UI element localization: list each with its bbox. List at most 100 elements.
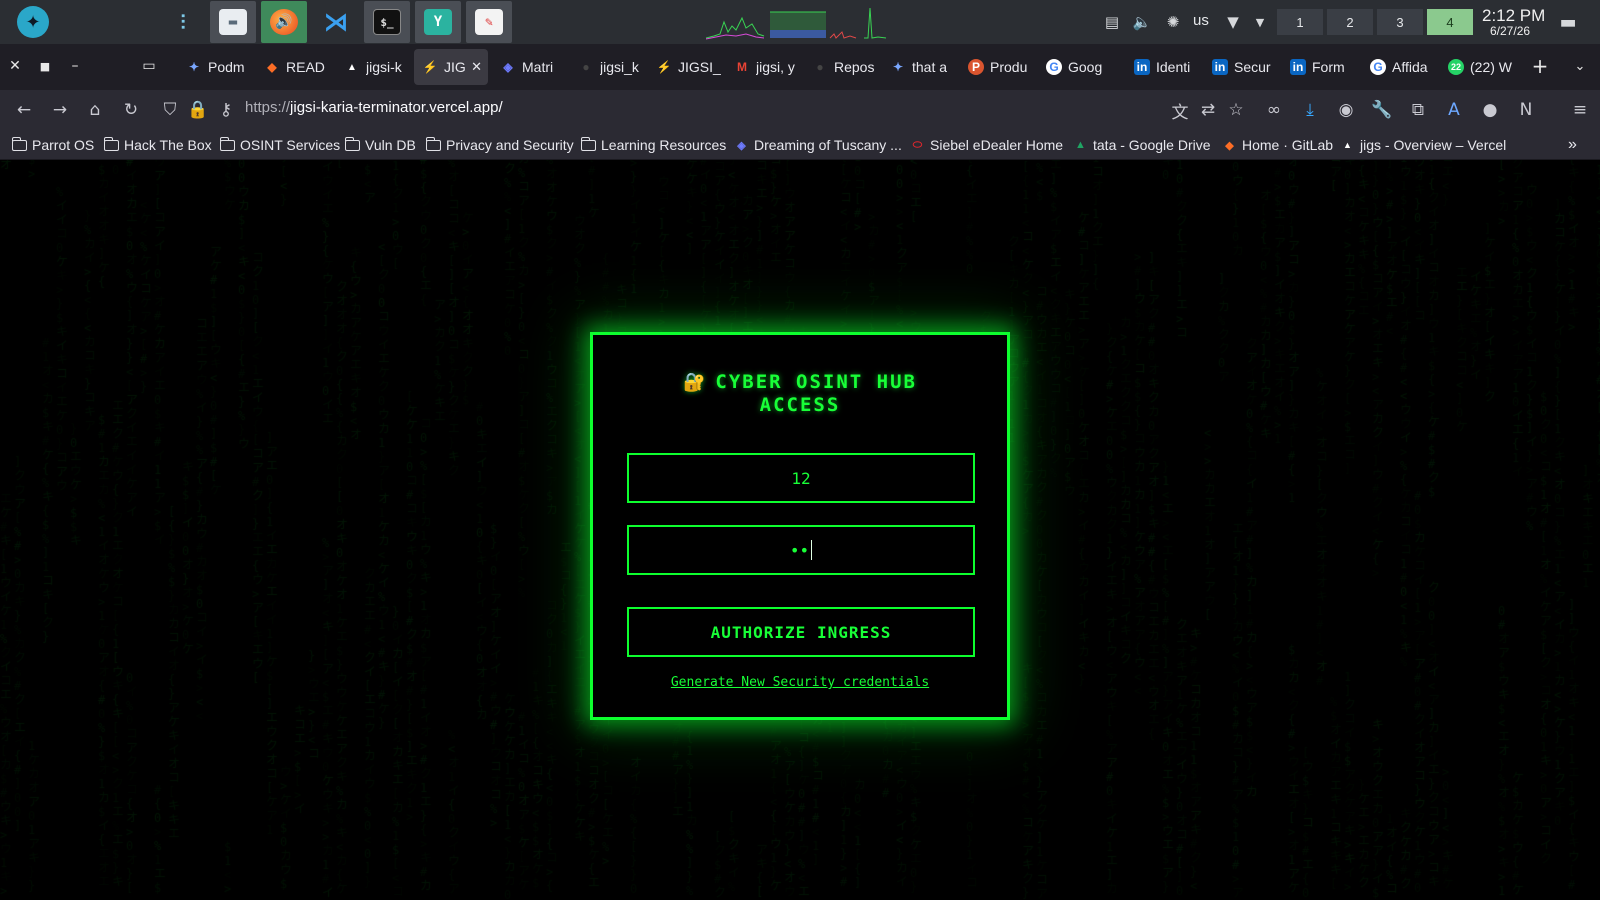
workspace-3-button[interactable]: 3	[1377, 9, 1423, 35]
list-all-tabs-icon[interactable]: ⌄	[1571, 57, 1589, 75]
tab-repos[interactable]: ● Repos	[804, 49, 878, 85]
window-maximize-icon[interactable]: ■	[36, 57, 54, 75]
tab-matri[interactable]: ◈ Matri	[492, 49, 566, 85]
bookmark-vercel-overview[interactable]: ▲ jigs - Overview – Vercel	[1340, 135, 1506, 155]
wifi-icon[interactable]: ▼	[1223, 12, 1243, 32]
keyboard-layout-indicator[interactable]: us	[1193, 12, 1209, 29]
vscode-icon: ⋊	[324, 8, 348, 36]
authorize-ingress-button[interactable]: AUTHORIZE INGRESS	[627, 607, 975, 657]
parrot-os-menu-icon[interactable]: ✦	[17, 6, 49, 38]
page-translate-icon[interactable]: ⇄	[1198, 100, 1218, 120]
archive-manager-launcher[interactable]: Y	[415, 1, 461, 43]
os-top-panel: ✦ ⫶ ▬ 🔊 ⋊ $_ Y ✎ ▤ 🔈 ✺ us ▼ ▼ 1 2 3 4 2:…	[0, 0, 1600, 44]
volume-icon[interactable]: 🔈	[1132, 12, 1152, 32]
generate-credentials-link[interactable]: Generate New Security credentials	[593, 675, 1007, 690]
tab-whatsapp[interactable]: 22 (22) W	[1440, 49, 1512, 85]
app-menu-icon[interactable]: ≡	[1570, 100, 1590, 120]
tab-jigsi-k[interactable]: ▲ jigsi-k	[336, 49, 410, 85]
window-minimize-icon[interactable]: –	[66, 57, 84, 75]
tab-produ[interactable]: P Produ	[960, 49, 1034, 85]
folder-icon	[103, 136, 119, 151]
bookmark-learning-resources[interactable]: Learning Resources	[580, 135, 726, 155]
vercel-icon: ▲	[347, 61, 357, 73]
window-close-icon[interactable]: ✕	[6, 57, 24, 75]
tab-podm[interactable]: ✦ Podm	[178, 49, 252, 85]
archive-icon: Y	[424, 9, 452, 35]
tab-affida[interactable]: G Affida	[1362, 49, 1432, 85]
bookmark-gitlab-home[interactable]: ◆ Home · GitLab	[1222, 135, 1333, 155]
firefox-launcher[interactable]: 🔊	[261, 1, 307, 43]
wrench-icon[interactable]: 🔧	[1371, 100, 1392, 120]
translator-extension-icon[interactable]: A	[1444, 100, 1464, 120]
title-line-2: ACCESS	[759, 394, 841, 416]
username-input[interactable]: 12	[627, 453, 975, 503]
tab-that-a[interactable]: ✦ that a	[882, 49, 956, 85]
file-manager-launcher[interactable]: ▬	[210, 1, 256, 43]
gemini-icon: ✦	[892, 60, 904, 74]
text-caret	[811, 540, 813, 560]
tab-form[interactable]: in Form	[1282, 49, 1352, 85]
forward-icon[interactable]: →	[50, 100, 70, 120]
tab-jigs-active[interactable]: ⚡ JIGS ✕	[414, 49, 488, 85]
tab-jigsi-k-github[interactable]: ● jigsi_k	[570, 49, 644, 85]
login-card: 🔐 CYBER OSINT HUB ACCESS 12 •• AUTHORIZE …	[590, 332, 1010, 720]
document-viewer-launcher[interactable]: ✎	[466, 1, 512, 43]
workspace-2-button[interactable]: 2	[1327, 9, 1373, 35]
bookmark-tata-google-drive[interactable]: ▲ tata - Google Drive	[1073, 135, 1210, 155]
system-settings-launcher[interactable]: ⫶	[160, 1, 206, 43]
reload-icon[interactable]: ↻	[121, 100, 141, 120]
notion-icon[interactable]: N	[1516, 100, 1536, 120]
clipboard-icon[interactable]: ▤	[1102, 12, 1122, 32]
tab-read[interactable]: ◆ READ	[256, 49, 332, 85]
show-desktop-icon[interactable]: ▬	[1558, 12, 1578, 33]
network-settings-icon[interactable]: ✺	[1163, 12, 1183, 32]
downloads-icon[interactable]: ⤓	[1300, 100, 1320, 120]
private-mask-icon[interactable]: ∞	[1264, 100, 1284, 120]
home-icon[interactable]: ⌂	[85, 100, 105, 120]
folder-icon	[219, 136, 235, 151]
dark-reader-icon[interactable]: ●	[1480, 100, 1500, 120]
bookmark-dreaming-of-tuscany[interactable]: ◈ Dreaming of Tuscany ...	[734, 135, 902, 155]
document-icon: ✎	[475, 9, 503, 35]
gemini-icon: ✦	[188, 60, 200, 74]
padlock-icon[interactable]: 🔒	[187, 100, 208, 120]
bookmark-parrot-os[interactable]: Parrot OS	[11, 135, 94, 155]
translate-icon[interactable]: 文	[1170, 100, 1190, 123]
bookmark-star-icon[interactable]: ☆	[1226, 100, 1246, 120]
browser-navigation-bar: ← → ⌂ ↻ ⛉ 🔒 ⚷ https://jigsi-karia-termin…	[0, 90, 1600, 130]
workspace-4-button[interactable]: 4	[1427, 9, 1473, 35]
more-bookmarks-chevron-icon[interactable]: »	[1568, 135, 1577, 155]
browser-tab-bar: ✕ ■ – ▭ ✦ Podm ◆ READ ▲ jigsi-k ⚡ JIGS ✕…	[0, 44, 1600, 90]
folder-icon	[11, 136, 27, 151]
product-icon: P	[968, 59, 984, 75]
key-icon[interactable]: ⚷	[216, 100, 236, 120]
tray-expand-icon[interactable]: ▼	[1250, 12, 1270, 32]
bookmark-osint-services[interactable]: OSINT Services	[219, 135, 340, 155]
tab-jigsi-bolt[interactable]: ⚡ JIGSI_	[648, 49, 722, 85]
terminal-launcher[interactable]: $_	[364, 1, 410, 43]
tab-gmail[interactable]: M jigsi, y	[726, 49, 800, 85]
workspace-1-button[interactable]: 1	[1277, 9, 1323, 35]
bookmark-privacy-and-security[interactable]: Privacy and Security	[425, 135, 574, 155]
oracle-icon: ⬭	[912, 138, 923, 151]
password-input[interactable]: ••	[627, 525, 975, 575]
extensions-icon[interactable]: ⧉	[1408, 100, 1428, 120]
bookmark-hack-the-box[interactable]: Hack The Box	[103, 135, 212, 155]
tab-google[interactable]: G Goog	[1038, 49, 1112, 85]
tracking-protection-shield-icon[interactable]: ⛉	[160, 100, 180, 120]
firefox-view-icon[interactable]: ▭	[140, 57, 158, 75]
bookmark-vuln-db[interactable]: Vuln DB	[344, 135, 416, 155]
clock-time[interactable]: 2:12 PM	[1482, 6, 1545, 26]
back-icon[interactable]: ←	[14, 100, 34, 120]
vscode-launcher[interactable]: ⋊	[313, 1, 359, 43]
settings-sliders-icon: ⫶	[180, 10, 186, 34]
account-icon[interactable]: ◉	[1336, 100, 1356, 120]
username-value: 12	[791, 468, 811, 488]
drive-icon: ▲	[1075, 139, 1086, 151]
bookmark-siebel-edealer[interactable]: ⬭ Siebel eDealer Home	[910, 135, 1063, 155]
new-tab-icon[interactable]: +	[1531, 54, 1549, 78]
tab-secur[interactable]: in Secur	[1204, 49, 1274, 85]
tab-identi[interactable]: in Identi	[1126, 49, 1196, 85]
address-bar[interactable]: https://jigsi-karia-terminator.vercel.ap…	[245, 99, 503, 116]
tab-close-icon[interactable]: ✕	[471, 59, 482, 75]
